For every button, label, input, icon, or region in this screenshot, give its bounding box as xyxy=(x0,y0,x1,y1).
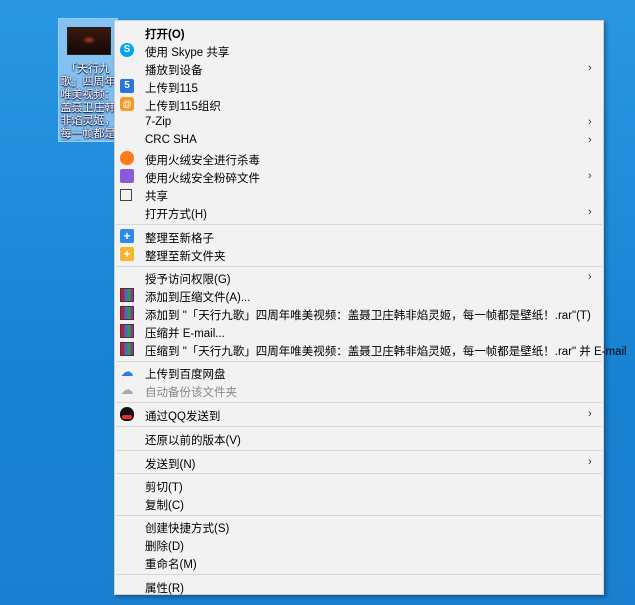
menu-item-grant-access[interactable]: 授予访问权限(G) › xyxy=(115,269,603,287)
menu-item-upload-115-org[interactable]: @ 上传到115组织 xyxy=(115,96,603,114)
menu-item-share[interactable]: 共享 xyxy=(115,186,603,204)
menu-item-send-to[interactable]: 发送到(N) › xyxy=(115,454,603,472)
menu-item-label: 重命名(M) xyxy=(145,559,197,571)
menu-item-rename[interactable]: 重命名(M) xyxy=(115,554,603,572)
menu-item-add-to-archive[interactable]: 添加到压缩文件(A)... xyxy=(115,287,603,305)
menu-item-label: 使用火绒安全粉碎文件 xyxy=(145,173,260,185)
menu-item-label: 整理至新格子 xyxy=(145,233,214,245)
file-name-label: 「天行九歌」四周年唯美视频：盖聂卫庄韩非焰灵姬，每一帧都是壁纸！.mkv xyxy=(60,63,116,140)
menu-item-compress-email[interactable]: 压缩并 E-mail... xyxy=(115,323,603,341)
menu-item-label: 创建快捷方式(S) xyxy=(145,523,230,535)
menu-item-huorong-scan[interactable]: 使用火绒安全进行杀毒 xyxy=(115,150,603,168)
menu-item-label: 剪切(T) xyxy=(145,482,183,494)
menu-item-delete[interactable]: 删除(D) xyxy=(115,536,603,554)
chevron-right-icon: › xyxy=(588,206,592,218)
winrar-icon xyxy=(120,288,134,302)
chevron-right-icon: › xyxy=(588,134,592,146)
menu-item-label: 7-Zip xyxy=(145,116,172,128)
menu-item-7zip[interactable]: 7-Zip › xyxy=(115,114,603,132)
context-menu: 打开(O) S 使用 Skype 共享 播放到设备 › 5 上传到115 @ 上… xyxy=(114,20,627,596)
menu-item-copy[interactable]: 复制(C) xyxy=(115,495,603,513)
115-org-icon: @ xyxy=(120,97,134,111)
menu-item-new-grid[interactable]: + 整理至新格子 xyxy=(115,228,603,246)
menu-item-label: 使用 Skype 共享 xyxy=(145,47,230,59)
menu-item-label: 添加到压缩文件(A)... xyxy=(145,292,251,304)
menu-item-label: 使用火绒安全进行杀毒 xyxy=(145,155,260,167)
folder-plus-icon: + xyxy=(120,247,134,261)
shredder-icon xyxy=(120,169,134,183)
share-icon xyxy=(120,189,132,201)
chevron-right-icon: › xyxy=(588,456,592,468)
menu-item-label: CRC SHA xyxy=(145,134,197,146)
menu-item-label: 打开(O) xyxy=(145,29,185,41)
winrar-icon xyxy=(120,324,134,338)
menu-separator xyxy=(116,224,602,225)
menu-item-open[interactable]: 打开(O) xyxy=(115,24,603,42)
menu-item-label: 上传到百度网盘 xyxy=(145,369,226,381)
menu-item-restore-versions[interactable]: 还原以前的版本(V) xyxy=(115,430,603,448)
menu-item-cut[interactable]: 剪切(T) xyxy=(115,477,603,495)
chevron-right-icon: › xyxy=(588,170,592,182)
chevron-right-icon: › xyxy=(588,116,592,128)
winrar-icon xyxy=(120,306,134,320)
desktop-file-icon[interactable]: 「天行九歌」四周年唯美视频：盖聂卫庄韩非焰灵姬，每一帧都是壁纸！.mkv xyxy=(58,18,118,142)
skype-icon: S xyxy=(120,43,134,57)
chevron-right-icon: › xyxy=(588,62,592,74)
menu-item-create-shortcut[interactable]: 创建快捷方式(S) xyxy=(115,518,603,536)
huorong-icon xyxy=(120,151,134,165)
video-thumbnail xyxy=(67,27,111,55)
chevron-right-icon: › xyxy=(588,408,592,420)
menu-item-label: 整理至新文件夹 xyxy=(145,251,226,263)
menu-item-label: 复制(C) xyxy=(145,500,184,512)
menu-separator xyxy=(116,266,602,267)
menu-item-cast-to-device[interactable]: 播放到设备 › xyxy=(115,60,603,78)
chevron-right-icon: › xyxy=(588,271,592,283)
menu-item-add-to-rar[interactable]: 添加到 "「天行九歌」四周年唯美视频：盖聂卫庄韩非焰灵姬，每一帧都是壁纸！.ra… xyxy=(115,305,603,323)
menu-item-label: 打开方式(H) xyxy=(145,209,207,221)
grid-plus-icon: + xyxy=(120,229,134,243)
menu-item-label: 共享 xyxy=(145,191,168,203)
menu-item-label: 压缩到 "「天行九歌」四周年唯美视频：盖聂卫庄韩非焰灵姬，每一帧都是壁纸！.ra… xyxy=(145,346,627,358)
menu-separator xyxy=(116,426,602,427)
menu-separator xyxy=(116,361,602,362)
menu-item-crc-sha[interactable]: CRC SHA › xyxy=(115,132,603,150)
menu-item-upload-baidu[interactable]: ☁ 上传到百度网盘 xyxy=(115,364,603,382)
baidu-cloud-icon: ☁ xyxy=(120,382,134,397)
menu-item-upload-115[interactable]: 5 上传到115 xyxy=(115,78,603,96)
menu-item-open-with[interactable]: 打开方式(H) › xyxy=(115,204,603,222)
menu-item-label: 属性(R) xyxy=(145,583,184,595)
menu-separator xyxy=(116,473,602,474)
menu-item-skype-share[interactable]: S 使用 Skype 共享 xyxy=(115,42,603,60)
menu-separator xyxy=(116,515,602,516)
menu-separator xyxy=(116,402,602,403)
winrar-icon xyxy=(120,342,134,356)
menu-item-auto-backup: ☁ 自动备份该文件夹 xyxy=(115,382,603,400)
menu-item-compress-rar-email[interactable]: 压缩到 "「天行九歌」四周年唯美视频：盖聂卫庄韩非焰灵姬，每一帧都是壁纸！.ra… xyxy=(115,341,627,359)
menu-item-label: 播放到设备 xyxy=(145,65,203,77)
menu-item-label: 上传到115组织 xyxy=(145,101,221,113)
menu-item-label: 通过QQ发送到 xyxy=(145,411,221,423)
menu-item-label: 压缩并 E-mail... xyxy=(145,328,225,340)
menu-item-label: 自动备份该文件夹 xyxy=(145,387,237,399)
menu-item-properties[interactable]: 属性(R) xyxy=(115,578,603,596)
menu-item-label: 授予访问权限(G) xyxy=(145,274,231,286)
menu-item-label: 还原以前的版本(V) xyxy=(145,435,241,447)
menu-item-label: 上传到115 xyxy=(145,83,198,95)
menu-item-new-folder[interactable]: + 整理至新文件夹 xyxy=(115,246,603,264)
baidu-cloud-icon: ☁ xyxy=(120,364,134,379)
menu-item-label: 删除(D) xyxy=(145,541,184,553)
menu-item-huorong-shred[interactable]: 使用火绒安全粉碎文件 › xyxy=(115,168,603,186)
menu-item-label: 添加到 "「天行九歌」四周年唯美视频：盖聂卫庄韩非焰灵姬，每一帧都是壁纸！.ra… xyxy=(145,310,591,322)
menu-item-send-via-qq[interactable]: 通过QQ发送到 › xyxy=(115,406,603,424)
menu-separator xyxy=(116,450,602,451)
menu-item-label: 发送到(N) xyxy=(145,459,196,471)
115-icon: 5 xyxy=(120,79,134,93)
qq-icon xyxy=(120,407,134,421)
menu-separator xyxy=(116,574,602,575)
